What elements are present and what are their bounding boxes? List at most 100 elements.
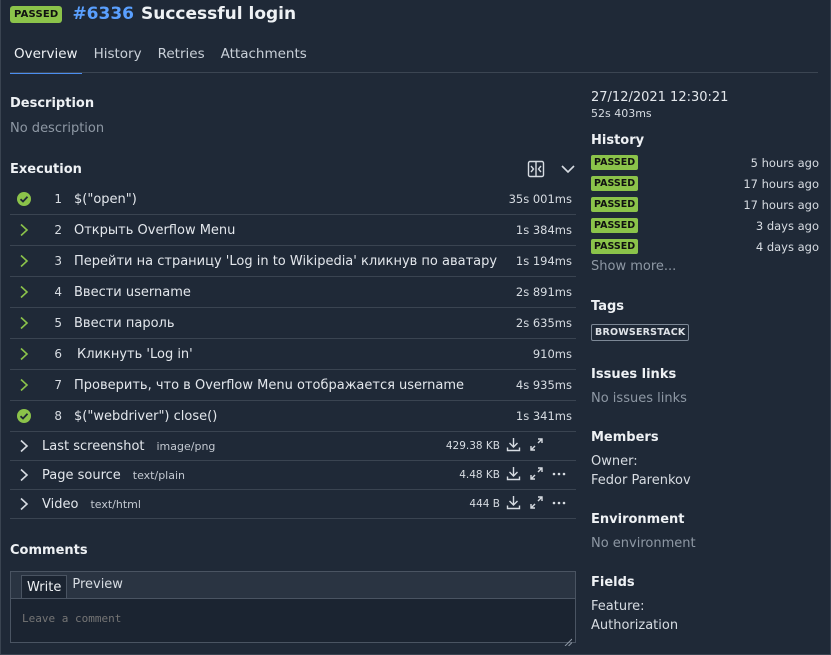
feature-label: Feature:: [591, 599, 645, 614]
execution-tools: [527, 160, 577, 178]
chevron-right-icon[interactable]: [10, 223, 38, 237]
step-name: Открыть Overflow Menu: [74, 222, 236, 238]
history-time: 17 hours ago: [743, 176, 819, 191]
execution-title: Execution: [10, 162, 82, 177]
write-tab[interactable]: Write: [21, 575, 68, 598]
chevron-right-icon[interactable]: [10, 378, 38, 392]
passed-check-icon: [10, 409, 38, 423]
page-title: #6336 Successful login: [72, 4, 296, 24]
history-list: PASSED 5 hours ago PASSED 17 hours ago P…: [591, 152, 819, 257]
attachment-name: Last screenshot: [42, 438, 145, 454]
attachment-row[interactable]: Page source text/plain 4.48 KB: [10, 461, 576, 490]
download-icon[interactable]: [506, 437, 521, 456]
fields-title: Fields: [591, 575, 635, 590]
attachment-size: 4.48 KB: [459, 469, 500, 481]
comment-input[interactable]: [11, 599, 575, 642]
attachment-actions: [506, 495, 576, 514]
attachment-type: text/plain: [132, 468, 186, 482]
owner-name: Fedor Parenkov: [591, 473, 691, 488]
tab-history[interactable]: History: [90, 46, 146, 74]
step-duration: 35s 001ms: [508, 192, 572, 206]
history-status-badge: PASSED: [591, 239, 639, 254]
attachment-name: Page source: [42, 467, 121, 483]
passed-check-icon: [10, 192, 38, 206]
step-duration: 2s 635ms: [515, 316, 572, 330]
chevron-right-icon[interactable]: [10, 439, 38, 453]
step-row[interactable]: 3 Перейти на страницу 'Log in to Wikiped…: [10, 246, 576, 277]
step-number: 6: [54, 347, 62, 361]
tab-bar: Overview History Retries Attachments: [10, 46, 319, 74]
step-name: Перейти на страницу 'Log in to Wikipedia…: [74, 253, 498, 269]
attachment-actions: [506, 437, 552, 456]
expand-icon[interactable]: [529, 437, 544, 456]
attachment-size: 429.38 KB: [445, 440, 500, 452]
history-item[interactable]: PASSED 5 hours ago: [591, 152, 819, 173]
more-options-icon[interactable]: [552, 466, 566, 485]
resize-handle-icon[interactable]: [564, 631, 573, 647]
chevron-right-icon[interactable]: [10, 254, 38, 268]
status-badge: PASSED: [10, 5, 63, 23]
step-row[interactable]: 5 Ввести пароль 2s 635ms: [10, 308, 576, 339]
step-row[interactable]: 8 $("webdriver") close() 1s 341ms: [10, 401, 576, 432]
test-header: PASSED #6336 Successful login: [10, 4, 296, 24]
tab-overview[interactable]: Overview: [10, 46, 82, 74]
attachment-type: text/html: [90, 497, 141, 511]
history-item[interactable]: PASSED 17 hours ago: [591, 194, 819, 215]
download-icon[interactable]: [506, 466, 521, 485]
history-time: 3 days ago: [755, 218, 819, 233]
issues-value: No issues links: [591, 391, 687, 406]
step-duration: 2s 891ms: [515, 285, 572, 299]
chevron-right-icon[interactable]: [10, 497, 38, 511]
step-number: 5: [54, 316, 62, 330]
step-name: $("open"): [74, 191, 137, 207]
step-row[interactable]: 7 Проверить, что в Overflow Menu отображ…: [10, 370, 576, 401]
history-item[interactable]: PASSED 3 days ago: [591, 215, 819, 236]
step-row[interactable]: 6 Кликнуть 'Log in' 910ms: [10, 339, 576, 370]
chevron-right-icon[interactable]: [10, 347, 38, 361]
step-row[interactable]: 2 Открыть Overflow Menu 1s 384ms: [10, 215, 576, 246]
attachment-type: image/png: [156, 439, 216, 453]
chevron-right-icon[interactable]: [10, 316, 38, 330]
chevron-right-icon[interactable]: [10, 285, 38, 299]
environment-title: Environment: [591, 512, 685, 527]
owner-label: Owner:: [591, 454, 638, 469]
comment-tabs: Write Preview: [11, 572, 575, 599]
step-duration: 1s 341ms: [515, 409, 572, 423]
preview-tab[interactable]: Preview: [67, 572, 128, 598]
run-duration: 52s 403ms: [591, 107, 652, 120]
step-name: Кликнуть 'Log in': [77, 346, 193, 362]
history-item[interactable]: PASSED 17 hours ago: [591, 173, 819, 194]
step-row[interactable]: 1 $("open") 35s 001ms: [10, 184, 576, 215]
download-icon[interactable]: [506, 495, 521, 514]
step-name: Ввести пароль: [74, 315, 175, 331]
history-status-badge: PASSED: [591, 176, 639, 191]
step-row[interactable]: 4 Ввести username 2s 891ms: [10, 277, 576, 308]
collapse-all-icon[interactable]: [527, 160, 545, 178]
step-number: 2: [54, 223, 62, 237]
attachment-row[interactable]: Last screenshot image/png 429.38 KB: [10, 432, 576, 461]
comments-title: Comments: [10, 543, 88, 558]
step-duration: 910ms: [532, 347, 572, 361]
tab-retries[interactable]: Retries: [154, 46, 209, 74]
chevron-right-icon[interactable]: [10, 468, 38, 482]
tab-attachments[interactable]: Attachments: [217, 46, 311, 74]
step-number: 4: [54, 285, 62, 299]
expand-icon[interactable]: [529, 466, 544, 485]
show-more-link[interactable]: Show more...: [591, 259, 819, 274]
members-title: Members: [591, 430, 659, 445]
tags-title: Tags: [591, 299, 625, 314]
chevron-down-icon[interactable]: [559, 160, 577, 178]
steps-list: 1 $("open") 35s 001ms 2 Открыть Overflow…: [10, 184, 576, 519]
history-status-badge: PASSED: [591, 155, 639, 170]
feature-value: Authorization: [591, 618, 679, 633]
step-number: 3: [54, 254, 62, 268]
tag-badge[interactable]: BROWSERSTACK: [591, 324, 690, 341]
test-title: Successful login: [141, 4, 297, 24]
expand-icon[interactable]: [529, 495, 544, 514]
history-item[interactable]: PASSED 4 days ago: [591, 236, 819, 257]
attachment-row[interactable]: Video text/html 444 B: [10, 490, 576, 519]
step-name: Проверить, что в Overflow Menu отображае…: [74, 377, 465, 393]
more-options-icon[interactable]: [552, 495, 566, 514]
history-status-badge: PASSED: [591, 218, 639, 233]
attachment-actions: [506, 466, 576, 485]
